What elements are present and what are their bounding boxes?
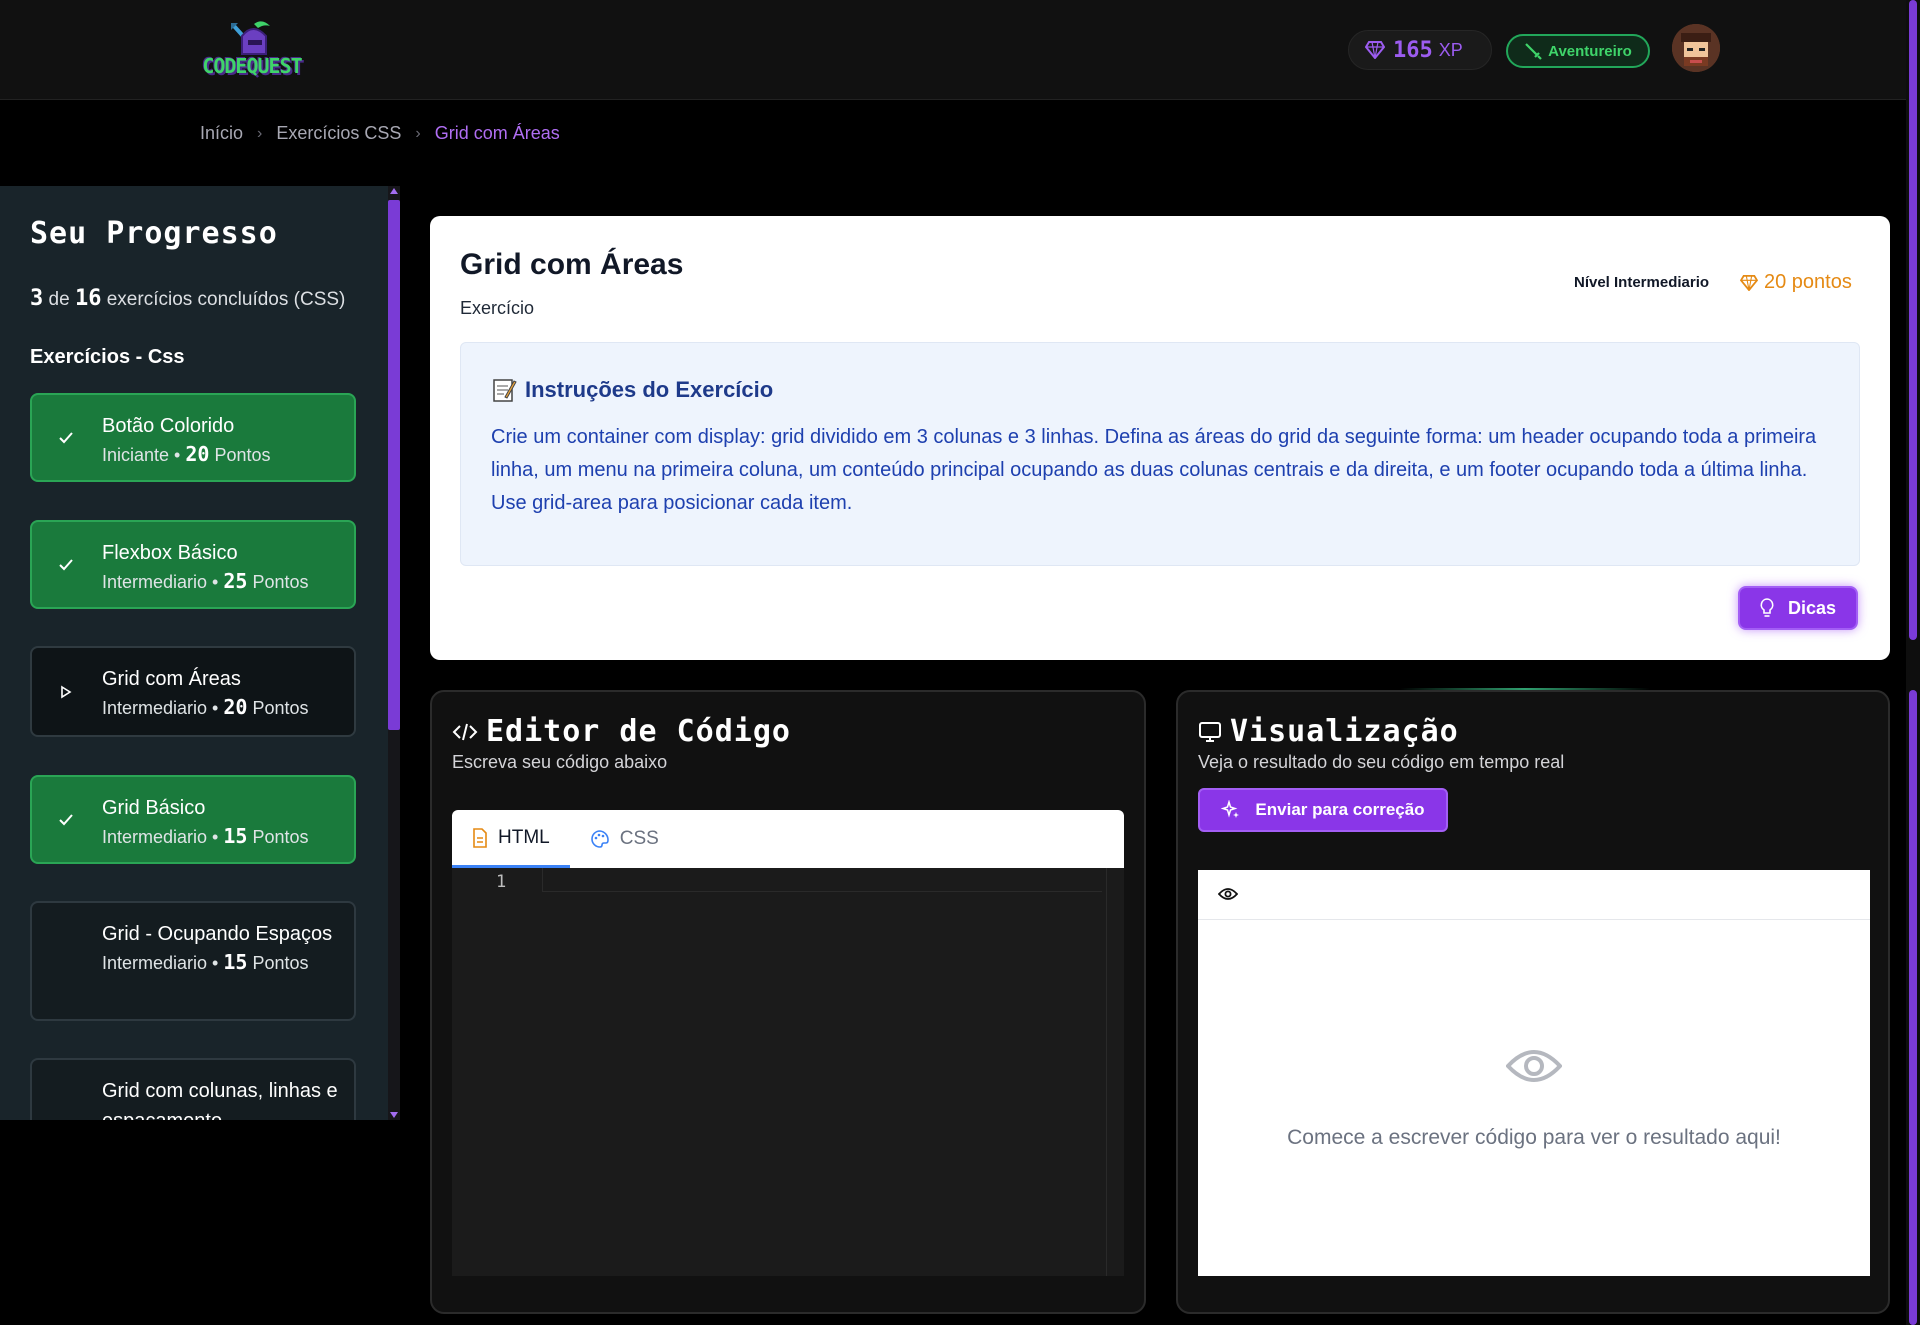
exercise-points-label: 20 pontos	[1764, 271, 1852, 293]
breadcrumb: Início › Exercícios CSS › Grid com Áreas	[200, 123, 560, 144]
progress-sidebar: Seu Progresso 3 de 16 exercícios concluí…	[0, 186, 400, 1120]
preview-header: Visualização	[1198, 714, 1459, 749]
submit-for-review-button[interactable]: Enviar para correção	[1198, 788, 1448, 832]
exercise-name: Grid com Áreas	[102, 668, 241, 690]
xp-value: 165	[1393, 37, 1433, 63]
chevron-right-icon: ›	[415, 124, 421, 142]
line-number: 1	[496, 872, 507, 892]
rank-label: Aventureiro	[1548, 42, 1632, 60]
exercise-name: Grid Básico	[102, 797, 206, 819]
exercise-item-flexbox-basico[interactable]: Flexbox Básico Intermediario • 25 Pontos	[30, 520, 356, 609]
exercise-name: Grid com colunas, linhas e espaçamento	[102, 1080, 338, 1120]
page-scroll-thumb[interactable]	[1909, 690, 1917, 1325]
eye-icon[interactable]	[1218, 886, 1238, 902]
exercise-subtitle: Exercício	[460, 298, 535, 318]
rank-badge[interactable]: Aventureiro	[1506, 34, 1650, 68]
play-icon	[58, 684, 74, 700]
xp-counter: 165 XP	[1348, 30, 1492, 70]
exercise-name: Flexbox Básico	[102, 542, 238, 564]
preview-subtitle: Veja o resultado do seu código em tempo …	[1198, 752, 1565, 772]
check-icon	[58, 430, 74, 446]
pixel-avatar-icon	[1672, 24, 1720, 72]
palette-icon	[591, 830, 609, 848]
breadcrumb-home[interactable]: Início	[200, 123, 243, 144]
code-editor-panel: Editor de Código Escreva seu código abai…	[430, 690, 1146, 1314]
code-icon	[452, 723, 478, 740]
editor-title: Editor de Código	[486, 714, 791, 749]
logo-wordmark: CODEQUEST	[202, 54, 302, 78]
tab-css[interactable]: CSS	[570, 810, 679, 868]
progress-of: de	[48, 289, 70, 310]
hints-button[interactable]: Dicas	[1738, 586, 1858, 630]
scroll-down-icon[interactable]	[390, 1112, 398, 1118]
lightbulb-icon	[1760, 598, 1774, 617]
memo-icon	[493, 379, 517, 402]
exercise-meta: Intermediario • 15 Pontos	[102, 950, 309, 974]
progress-total: 16	[74, 286, 102, 311]
exercise-meta: Iniciante • 20 Pontos	[102, 442, 271, 466]
gem-icon	[1365, 41, 1385, 59]
monitor-icon	[1199, 721, 1221, 742]
scroll-thumb[interactable]	[388, 200, 400, 730]
exercise-item-grid-colunas-linhas[interactable]: Grid com colunas, linhas e espaçamento	[30, 1058, 356, 1120]
preview-empty-message: Comece a escrever código para ver o resu…	[1287, 1126, 1781, 1149]
helmet-icon	[231, 21, 270, 55]
line-gutter: 1	[452, 868, 542, 1276]
editor-header: Editor de Código	[452, 714, 791, 749]
tab-html[interactable]: HTML	[452, 810, 570, 868]
progress-summary: 3 de 16 exercícios concluídos (CSS)	[30, 286, 345, 311]
exercise-level: Nível Intermediario	[1574, 274, 1710, 291]
exercise-item-grid-ocupando-espacos[interactable]: Grid - Ocupando Espaços Intermediario • …	[30, 901, 356, 1021]
exercise-title: Grid com Áreas	[460, 248, 684, 281]
progress-suffix: exercícios concluídos (CSS)	[106, 289, 346, 310]
check-icon	[58, 812, 74, 828]
check-icon	[58, 557, 74, 573]
editor-tabs: HTML CSS	[452, 810, 1124, 868]
exercise-card: Grid com Áreas Exercício Nível Intermedi…	[430, 216, 1890, 660]
exercise-item-botao-colorido[interactable]: Botão Colorido Iniciante • 20 Pontos	[30, 393, 356, 482]
top-navbar: CODEQUEST 165 XP Aventureiro	[0, 0, 1906, 100]
chevron-right-icon: ›	[257, 124, 263, 142]
sword-icon	[1525, 43, 1542, 60]
gem-icon	[1740, 274, 1758, 291]
exercise-name: Botão Colorido	[102, 415, 235, 437]
breadcrumb-current: Grid com Áreas	[434, 123, 560, 143]
file-code-icon	[473, 827, 487, 848]
active-line	[542, 868, 1102, 892]
codequest-logo[interactable]: CODEQUEST	[198, 14, 306, 86]
editor-subtitle: Escreva seu código abaixo	[452, 752, 668, 772]
eye-large-icon	[1506, 1050, 1562, 1082]
sidebar-section-title: Exercícios - Css	[30, 346, 185, 368]
exercise-meta: Intermediario • 25 Pontos	[102, 569, 309, 593]
exercise-item-grid-basico[interactable]: Grid Básico Intermediario • 15 Pontos	[30, 775, 356, 864]
instructions-box: Instruções do Exercício Crie um containe…	[460, 342, 1860, 566]
exercise-meta: Intermediario • 15 Pontos	[102, 824, 309, 848]
preview-title: Visualização	[1230, 714, 1459, 749]
preview-panel: Visualização Veja o resultado do seu cód…	[1176, 690, 1890, 1314]
editor-scrollbar[interactable]	[1106, 868, 1124, 1276]
sparkles-icon	[1221, 800, 1240, 818]
user-avatar[interactable]	[1672, 24, 1720, 72]
progress-done: 3	[30, 286, 44, 311]
sidebar-scrollbar[interactable]	[388, 186, 400, 1120]
code-input-area[interactable]: 1	[452, 868, 1124, 1276]
instructions-title: Instruções do Exercício	[491, 377, 773, 403]
exercise-meta: Intermediario • 20 Pontos	[102, 695, 309, 719]
scroll-up-icon[interactable]	[390, 188, 398, 194]
sidebar-title: Seu Progresso	[30, 216, 278, 251]
page-scroll-track-top[interactable]	[1909, 0, 1917, 640]
preview-frame: Comece a escrever código para ver o resu…	[1198, 870, 1870, 1276]
instructions-text: Crie um container com display: grid divi…	[491, 426, 1817, 514]
xp-unit: XP	[1438, 39, 1463, 60]
page-scrollbar[interactable]	[1906, 0, 1920, 1325]
exercise-item-grid-com-areas[interactable]: Grid com Áreas Intermediario • 20 Pontos	[30, 646, 356, 737]
breadcrumb-css-exercises[interactable]: Exercícios CSS	[276, 123, 401, 144]
preview-toolbar	[1198, 870, 1870, 920]
exercise-points: 20 pontos	[1740, 271, 1852, 294]
exercise-name: Grid - Ocupando Espaços	[102, 923, 333, 945]
